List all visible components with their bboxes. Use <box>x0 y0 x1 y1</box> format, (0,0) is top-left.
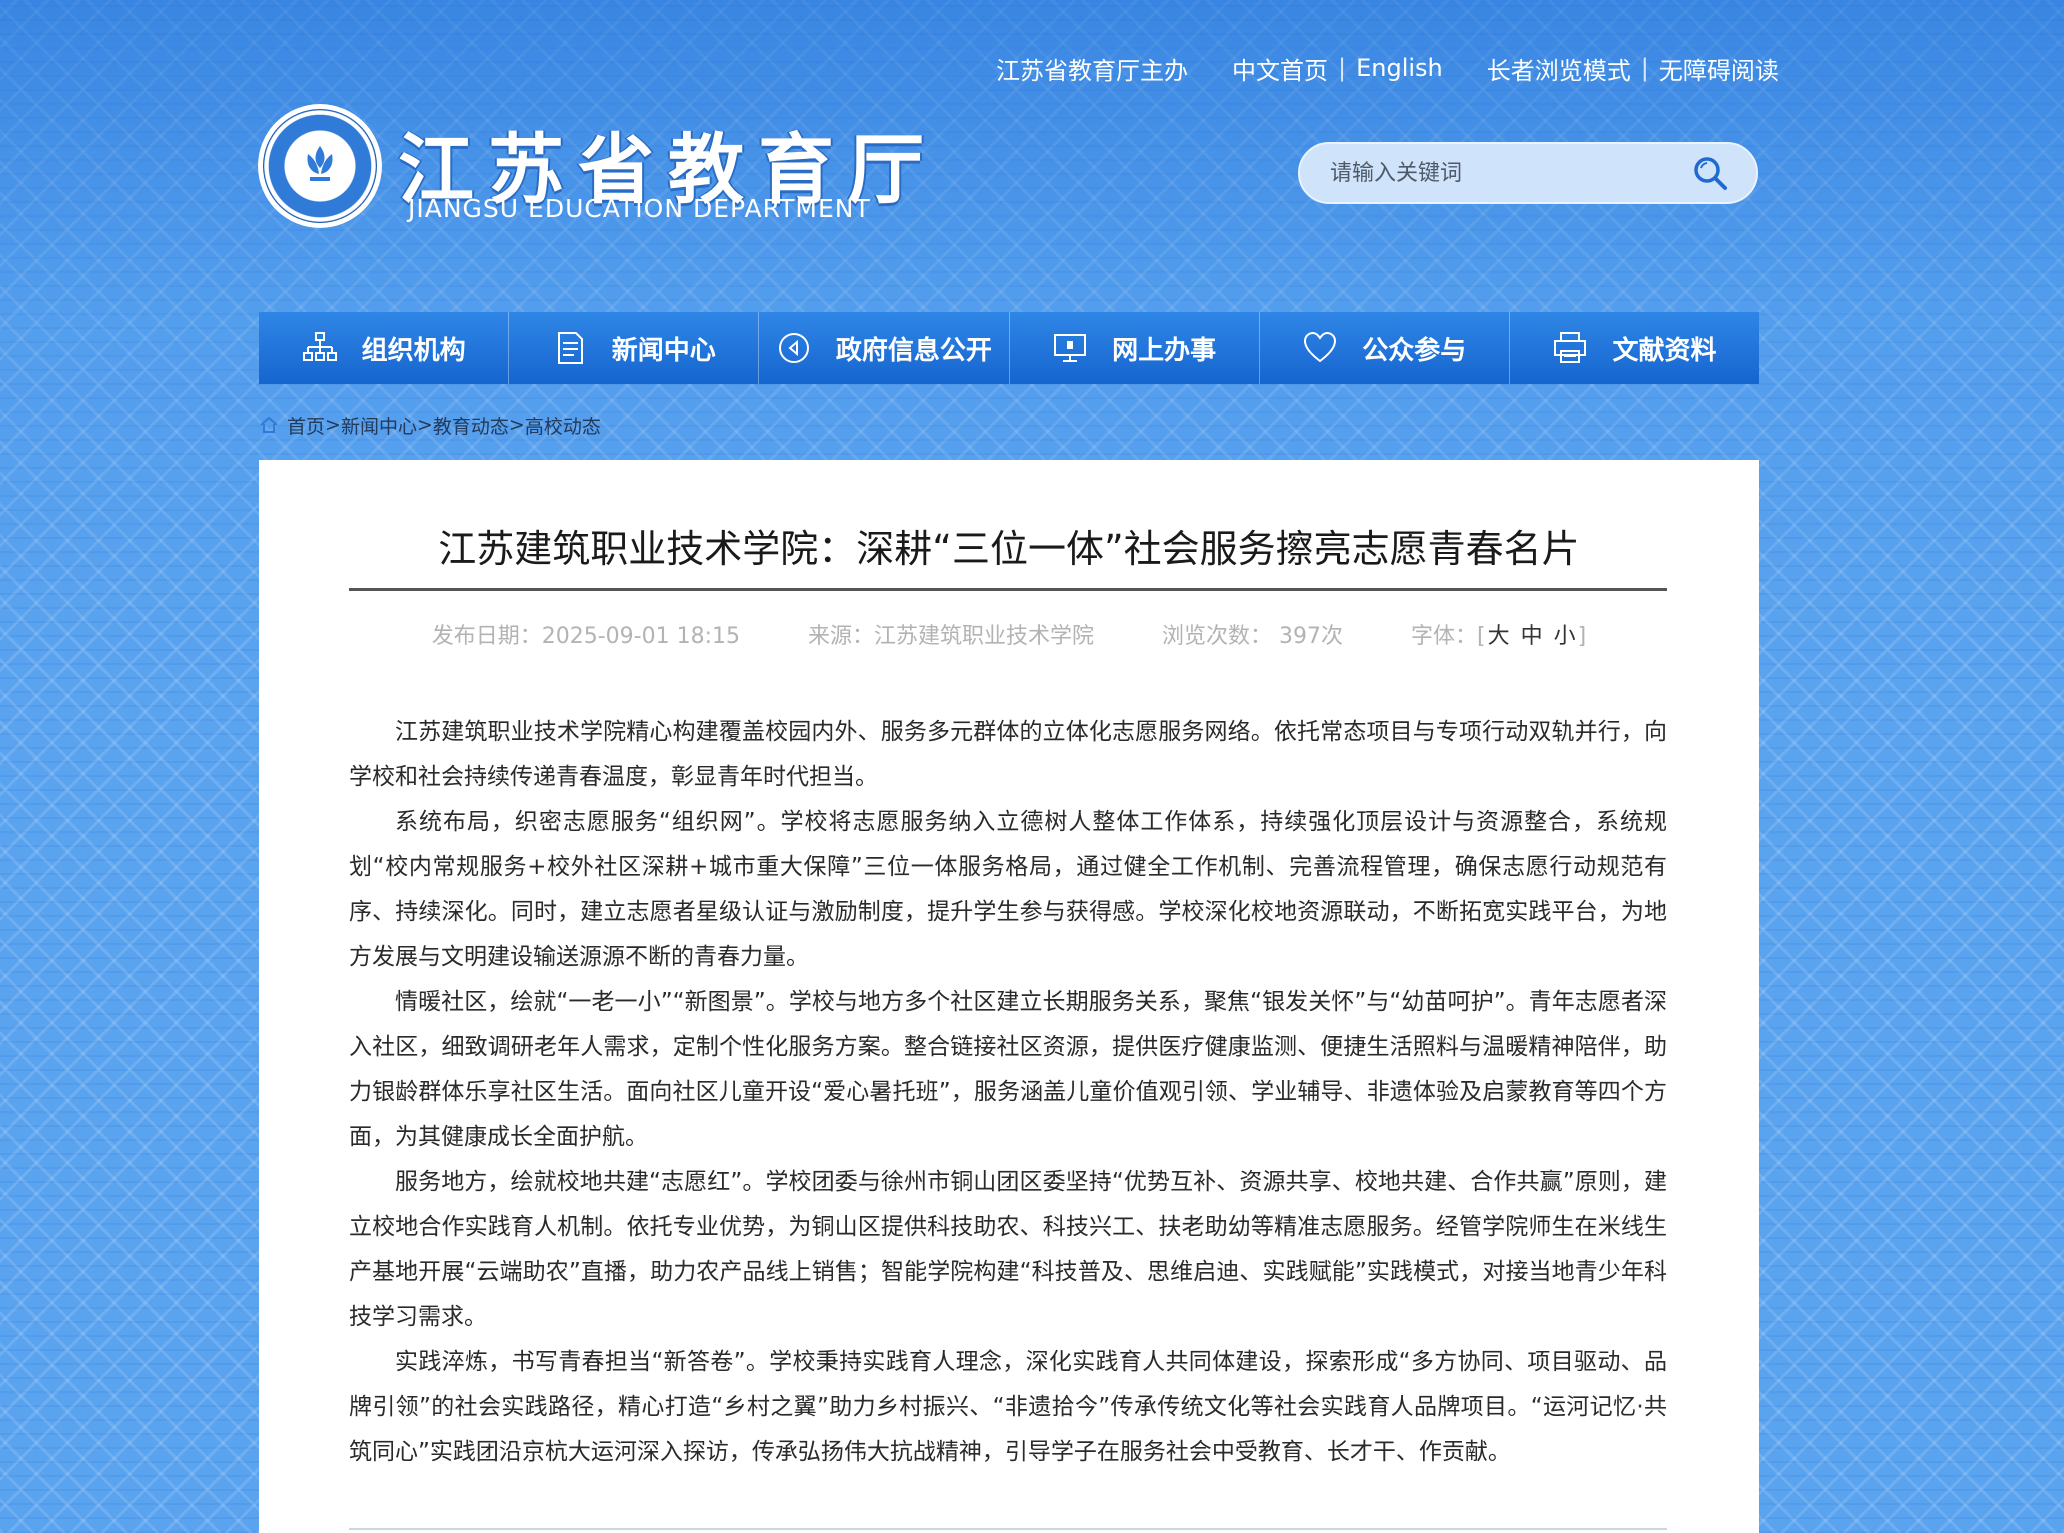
paragraph: 江苏建筑职业技术学院精心构建覆盖校园内外、服务多元群体的立体化志愿服务网络。依托… <box>349 719 1667 790</box>
font-medium-button[interactable]: 中 <box>1519 624 1545 649</box>
chinese-home-link[interactable]: 中文首页 <box>1232 51 1328 86</box>
document-icon <box>557 332 583 364</box>
emblem-leaf-icon <box>307 146 333 181</box>
heart-icon <box>1304 331 1337 363</box>
sponsor-text: 江苏省教育厅主办 <box>996 56 1188 85</box>
nav-label: 政府信息公开 <box>835 335 992 366</box>
paragraph: 情暖社区，绘就“一老一小”“新图景”。学校与地方多个社区建立长期服务关系，聚焦“… <box>349 989 1667 1150</box>
nav-label: 网上办事 <box>1112 335 1217 366</box>
bracket-open: [ <box>1477 624 1486 649</box>
search-icon <box>1694 157 1727 190</box>
search-input[interactable] <box>1328 159 1688 187</box>
nav-label: 组织机构 <box>361 335 466 366</box>
bracket-close: ] <box>1577 624 1587 649</box>
nav-item-documents[interactable]: 文献资料 <box>1510 312 1759 384</box>
nav-item-organization[interactable]: 组织机构 <box>259 312 510 384</box>
nav-item-public-participation[interactable]: 公众参与 <box>1260 312 1510 384</box>
article-source: 来源：江苏建筑职业技术学院 <box>807 624 1094 649</box>
breadcrumb: 首页 > 新闻中心 > 教育动态 > 高校动态 <box>259 410 601 440</box>
site-subtitle: JIANGSU EDUCATION DEPARTMENT <box>408 194 871 223</box>
monitor-icon <box>1054 334 1087 362</box>
article-panel: 江苏建筑职业技术学院：深耕“三位一体”社会服务擦亮志愿青春名片 发布日期：202… <box>259 460 1759 1533</box>
search-box <box>1298 142 1758 204</box>
nav-label: 新闻中心 <box>611 335 716 366</box>
breadcrumb-sep: > <box>325 414 341 436</box>
paragraph: 实践淬炼，书写青春担当“新答卷”。学校秉持实践育人理念，深化实践育人共同体建设，… <box>349 1349 1667 1465</box>
elder-mode-link[interactable]: 长者浏览模式 <box>1487 51 1631 86</box>
nav-item-online-services[interactable]: 网上办事 <box>1010 312 1260 384</box>
breadcrumb-edu-news[interactable]: 教育动态 <box>433 412 509 439</box>
home-icon <box>260 416 278 433</box>
paragraph: 服务地方，绘就校地共建“志愿红”。学校团委与徐州市铜山团区委坚持“优势互补、资源… <box>349 1169 1667 1330</box>
search-button[interactable] <box>1688 151 1732 195</box>
printer-icon <box>1554 332 1587 363</box>
breadcrumb-sep: > <box>416 414 433 436</box>
breadcrumb-sep: > <box>508 414 525 436</box>
article-meta: 发布日期：2025-09-01 18:15 来源：江苏建筑职业技术学院 浏览次数… <box>259 618 1759 650</box>
nav-label: 文献资料 <box>1612 335 1717 366</box>
org-chart-icon <box>302 332 337 361</box>
paragraph: 系统布局，织密志愿服务“组织网”。学校将志愿服务纳入立德树人整体工作体系，持续强… <box>349 809 1667 970</box>
font-large-button[interactable]: 大 <box>1486 624 1512 649</box>
font-size-switcher: 字体：[大 中 小] <box>1411 618 1586 650</box>
article-title: 江苏建筑职业技术学院：深耕“三位一体”社会服务擦亮志愿青春名片 <box>438 527 1580 571</box>
article-body: 江苏建筑职业技术学院精心构建覆盖校园内外、服务多元群体的立体化志愿服务网络。依托… <box>349 710 1667 1475</box>
publish-date: 发布日期：2025-09-01 18:15 <box>431 624 740 649</box>
divider: | <box>1338 54 1347 82</box>
title-divider <box>349 588 1667 591</box>
site-title[interactable]: 江苏省教育厅 <box>398 108 938 214</box>
accessible-reading-link[interactable]: 无障碍阅读 <box>1659 51 1779 86</box>
font-small-button[interactable]: 小 <box>1552 624 1578 649</box>
view-count: 浏览次数： 397次 <box>1162 624 1343 649</box>
department-emblem-logo[interactable] <box>258 104 382 228</box>
play-circle-icon <box>778 333 809 363</box>
english-link[interactable]: English <box>1356 54 1443 82</box>
nav-item-gov-info[interactable]: 政府信息公开 <box>759 312 1010 384</box>
nav-label: 公众参与 <box>1362 335 1467 366</box>
top-links: 江苏省教育厅主办 中文首页 | English 长者浏览模式 | 无障碍阅读 <box>996 50 1779 86</box>
nav-item-news[interactable]: 新闻中心 <box>509 312 760 384</box>
main-nav: 组织机构 新闻中心 政府信息公开 网上办事 公众参与 文献资料 <box>259 312 1759 384</box>
font-size-label: 字体： <box>1411 624 1478 649</box>
breadcrumb-college-news[interactable]: 高校动态 <box>525 412 601 439</box>
breadcrumb-home[interactable]: 首页 <box>287 412 325 439</box>
bottom-divider <box>349 1528 1667 1530</box>
breadcrumb-news[interactable]: 新闻中心 <box>341 412 417 439</box>
divider: | <box>1640 54 1649 82</box>
